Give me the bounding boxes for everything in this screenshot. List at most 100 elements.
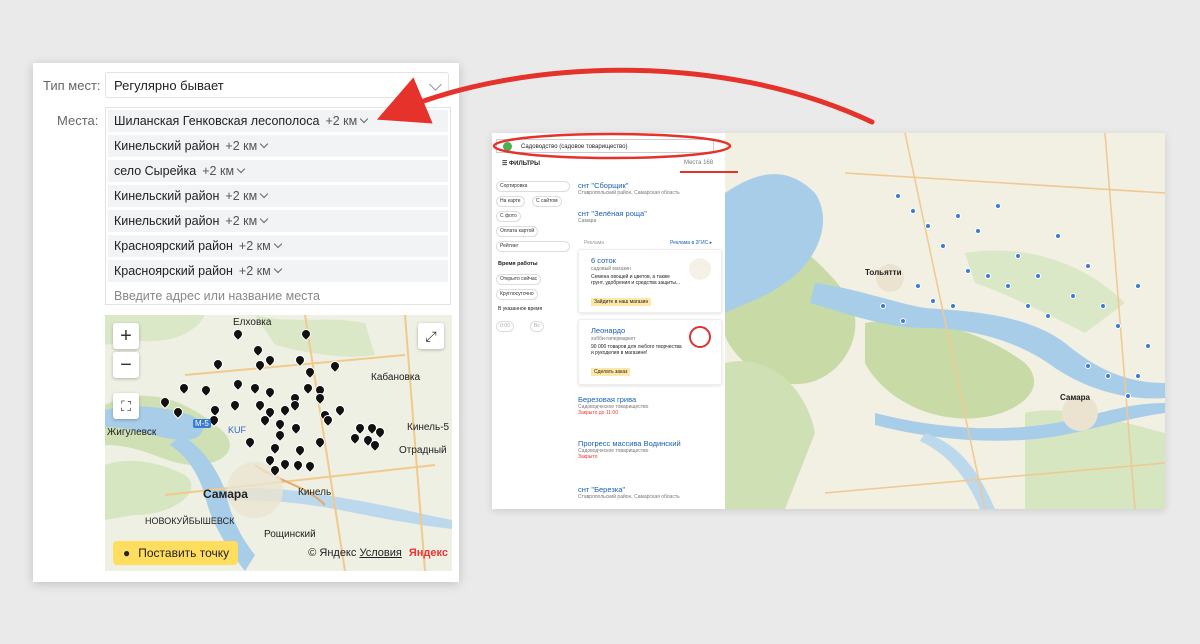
map-marker-icon[interactable] — [1035, 273, 1041, 279]
map-marker-icon[interactable] — [1015, 253, 1021, 259]
fullscreen-icon[interactable]: ⤢ — [418, 323, 444, 349]
place-chip[interactable]: Кинельский район +2 км — [108, 210, 448, 232]
map-marker-icon[interactable] — [950, 303, 956, 309]
place-radius[interactable]: +2 км — [225, 139, 257, 153]
time-select[interactable]: 0:00 — [496, 321, 514, 332]
chevron-down-icon[interactable] — [359, 114, 369, 124]
result-title[interactable]: Прогресс массива Водинский — [578, 439, 718, 448]
zoom-out-button[interactable]: − — [113, 352, 139, 378]
map-pin-icon[interactable] — [332, 402, 348, 418]
place-point-button[interactable]: ● Поставить точку — [113, 541, 238, 565]
place-chip[interactable]: Шиланская Генковская лесополоса +2 км — [108, 110, 448, 132]
terms-link[interactable]: Условия — [359, 547, 401, 559]
rating-select[interactable]: Рейтинг — [496, 241, 570, 252]
map-marker-icon[interactable] — [915, 283, 921, 289]
result-title[interactable]: снт "Зелёная роща" — [578, 209, 718, 218]
place-radius[interactable]: +2 км — [225, 189, 257, 203]
map-pin-icon[interactable] — [250, 342, 266, 358]
map-marker-icon[interactable] — [1085, 263, 1091, 269]
map-pin-icon[interactable] — [302, 364, 318, 380]
filter-open-now[interactable]: Открыто сейчас — [496, 274, 542, 285]
places-map[interactable]: Елховка Кабановка Жигулевск Кинель-5 Отр… — [105, 315, 452, 571]
sort-select[interactable]: Сортировка — [496, 181, 570, 192]
chevron-down-icon[interactable] — [236, 164, 246, 174]
place-radius[interactable]: +2 км — [239, 264, 271, 278]
map-marker-icon[interactable] — [940, 243, 946, 249]
map-marker-icon[interactable] — [895, 193, 901, 199]
map-marker-icon[interactable] — [975, 228, 981, 234]
filter-with-site[interactable]: С сайтом — [532, 196, 562, 207]
filter-with-photo[interactable]: С фото — [496, 211, 521, 222]
map-marker-icon[interactable] — [1135, 283, 1141, 289]
filter-round-clock[interactable]: Круглосуточно — [496, 289, 538, 300]
result-title[interactable]: снт "Сборщик" — [578, 181, 718, 190]
map-pin-icon[interactable] — [272, 427, 288, 443]
map-pin-icon[interactable] — [247, 380, 263, 396]
map-marker-icon[interactable] — [1135, 373, 1141, 379]
result-item[interactable]: снт "Зелёная роща" Самара — [578, 209, 718, 224]
map-marker-icon[interactable] — [965, 268, 971, 274]
filter-card-payment[interactable]: Оплата картой — [496, 226, 539, 237]
map-marker-icon[interactable] — [1025, 303, 1031, 309]
map-marker-icon[interactable] — [955, 213, 961, 219]
map-pin-icon[interactable] — [288, 420, 304, 436]
result-title[interactable]: снт "Березка" — [578, 485, 718, 494]
map-marker-icon[interactable] — [1115, 323, 1121, 329]
map-marker-icon[interactable] — [900, 318, 906, 324]
ad-title[interactable]: 6 соток — [591, 256, 616, 265]
map-marker-icon[interactable] — [925, 223, 931, 229]
map-pin-icon[interactable] — [170, 404, 186, 420]
chevron-down-icon[interactable] — [273, 239, 282, 249]
map-marker-icon[interactable] — [1125, 393, 1131, 399]
place-radius[interactable]: +2 км — [225, 214, 257, 228]
chevron-down-icon[interactable] — [273, 264, 282, 274]
chevron-down-icon[interactable] — [259, 189, 269, 199]
map-pin-icon[interactable] — [176, 380, 192, 396]
map-pin-icon[interactable] — [242, 434, 258, 450]
map-pin-icon[interactable] — [210, 356, 226, 372]
map-pin-icon[interactable] — [267, 440, 283, 456]
map-marker-icon[interactable] — [995, 203, 1001, 209]
map-marker-icon[interactable] — [1045, 313, 1051, 319]
result-item[interactable]: Прогресс массива Водинский Садоводческое … — [578, 439, 718, 460]
result-item[interactable]: снт "Сборщик" Ставропольский район, Самар… — [578, 181, 718, 196]
filter-on-map[interactable]: На карте — [496, 196, 525, 207]
place-chip[interactable]: Красноярский район +2 км — [108, 260, 448, 282]
ads-link[interactable]: Реклама в 2ГИС ▸ — [670, 240, 712, 246]
map-pin-icon[interactable] — [290, 457, 306, 473]
ad-title[interactable]: Леонардо — [591, 326, 625, 335]
map-pin-icon[interactable] — [227, 397, 243, 413]
place-chip[interactable]: Кинельский район +2 км — [108, 185, 448, 207]
map-marker-icon[interactable] — [880, 303, 886, 309]
ad-button[interactable]: Сделать заказ — [591, 368, 631, 376]
filters-toggle[interactable]: ☰ ФИЛЬТРЫ — [502, 160, 540, 167]
map-pin-icon[interactable] — [312, 434, 328, 450]
map-pin-icon[interactable] — [292, 442, 308, 458]
map-pin-icon[interactable] — [230, 326, 246, 342]
map-marker-icon[interactable] — [1070, 293, 1076, 299]
yandex-logo[interactable]: Яндекс — [409, 547, 448, 559]
map-pin-icon[interactable] — [230, 376, 246, 392]
map-marker-icon[interactable] — [1055, 233, 1061, 239]
ad-card[interactable]: Леонардо хобби-гипермаркет 90 000 товаро… — [578, 319, 722, 385]
zoom-in-button[interactable]: + — [113, 323, 139, 349]
map-marker-icon[interactable] — [1085, 363, 1091, 369]
place-chip[interactable]: село Сырейка +2 км — [108, 160, 448, 182]
map-marker-icon[interactable] — [1105, 373, 1111, 379]
map-marker-icon[interactable] — [930, 298, 936, 304]
place-type-select[interactable]: Регулярно бывает — [105, 72, 449, 98]
chevron-down-icon[interactable] — [259, 214, 269, 224]
map-marker-icon[interactable] — [1145, 343, 1151, 349]
map-pin-icon[interactable] — [327, 358, 343, 374]
map-pin-icon[interactable] — [300, 380, 316, 396]
ad-card[interactable]: 6 соток садовый магазин Семена овощей и … — [578, 249, 722, 313]
map-marker-icon[interactable] — [1100, 303, 1106, 309]
chevron-down-icon[interactable] — [259, 139, 269, 149]
result-item[interactable]: снт "Березка" Ставропольский район, Самар… — [578, 485, 718, 500]
place-chip[interactable]: Кинельский район +2 км — [108, 135, 448, 157]
day-select[interactable]: Вс — [530, 321, 544, 332]
map-pin-icon[interactable] — [157, 394, 173, 410]
map-pin-icon[interactable] — [262, 384, 278, 400]
geolocation-icon[interactable]: ⛶ — [113, 393, 139, 419]
map-pin-icon[interactable] — [298, 326, 314, 342]
